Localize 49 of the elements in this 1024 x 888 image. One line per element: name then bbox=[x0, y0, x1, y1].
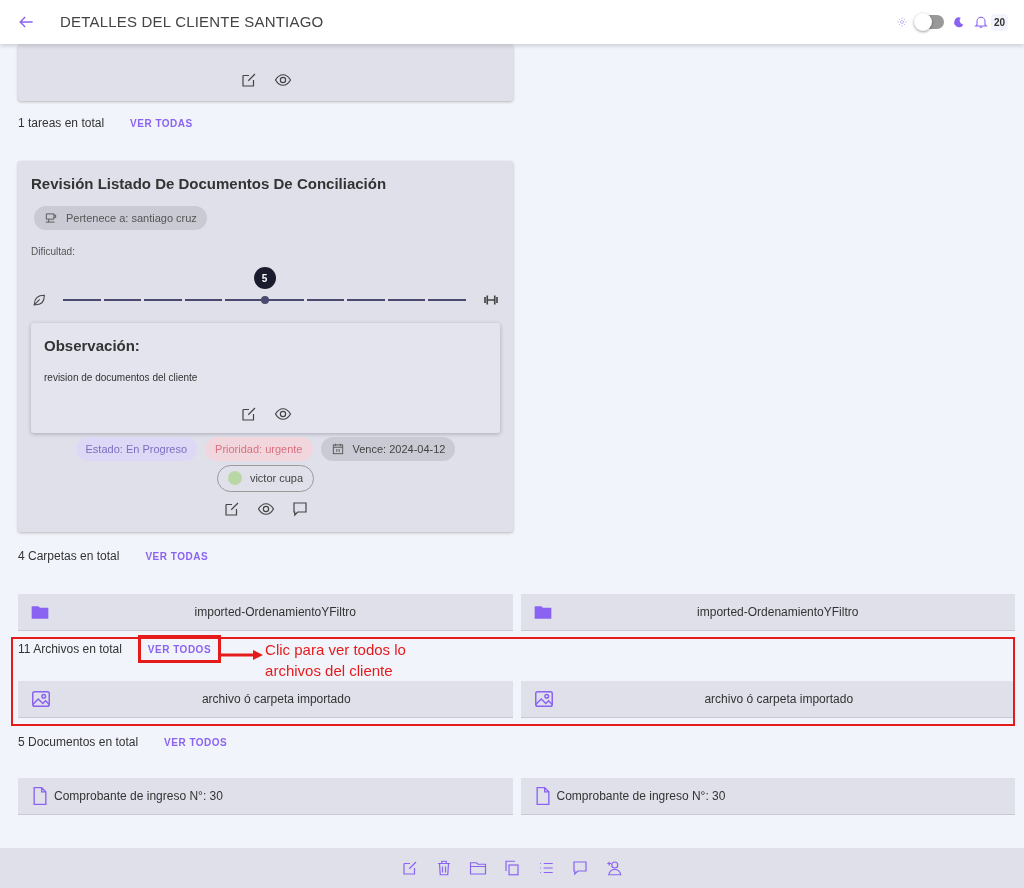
view-all-link[interactable]: VER TODAS bbox=[141, 548, 213, 564]
priority-tag: Prioridad: urgente bbox=[205, 436, 313, 461]
item-label: Comprobante de ingreso N°: 30 bbox=[54, 787, 223, 805]
delete-button[interactable] bbox=[435, 859, 453, 877]
total-count: 1 tareas en total bbox=[18, 115, 105, 132]
calendar-icon bbox=[330, 441, 345, 456]
edit-button[interactable] bbox=[239, 71, 258, 89]
add-person-button[interactable] bbox=[605, 859, 623, 877]
task-title: Revisión Listado De Documentos De Conciliación bbox=[31, 174, 388, 194]
document-item[interactable]: Comprobante de ingreso N°: 30 bbox=[18, 777, 513, 815]
annotation-text: Clic para ver todos lo archivos del cliente bbox=[265, 639, 407, 681]
copy-button[interactable] bbox=[503, 859, 521, 877]
comment-button[interactable] bbox=[571, 859, 589, 877]
file-item[interactable]: archivo ó carpeta importado bbox=[18, 680, 513, 718]
difficulty-label: Dificultad: bbox=[31, 245, 76, 259]
avatar-icon bbox=[227, 471, 242, 486]
item-label: Comprobante de ingreso N°: 30 bbox=[556, 787, 726, 805]
folder-item[interactable]: imported-OrdenamientoYFiltro bbox=[18, 593, 513, 631]
item-label: imported-OrdenamientoYFiltro bbox=[193, 603, 357, 621]
total-count: 4 Carpetas en total bbox=[18, 547, 120, 565]
owner-label: Pertenece a: santiago cruz bbox=[66, 210, 197, 226]
due-date: Vence: 2024-04-12 bbox=[352, 441, 446, 457]
status-tag: Estado: En Progreso bbox=[75, 436, 198, 461]
observation-text: revision de documentos del cliente bbox=[44, 370, 199, 385]
annotation-arrow bbox=[221, 648, 264, 661]
view-button[interactable] bbox=[273, 71, 292, 89]
view-all-link[interactable]: VER TODOS bbox=[143, 641, 216, 657]
leaf-icon bbox=[31, 292, 47, 308]
slider-thumb[interactable] bbox=[260, 296, 269, 304]
document-item[interactable]: Comprobante de ingreso N°: 30 bbox=[520, 777, 1015, 815]
item-label: archivo ó carpeta importado bbox=[200, 690, 352, 708]
assignee-name: victor cupa bbox=[249, 471, 304, 486]
folder-button[interactable] bbox=[469, 859, 487, 877]
moon-icon bbox=[951, 15, 965, 29]
view-all-link[interactable]: VER TODAS bbox=[126, 116, 197, 131]
theme-switch[interactable] bbox=[915, 15, 944, 29]
view-all-link[interactable]: VER TODOS bbox=[160, 734, 232, 750]
item-label: archivo ó carpeta importado bbox=[703, 690, 855, 708]
total-count: 11 Archivos en total bbox=[18, 640, 122, 658]
item-label: imported-OrdenamientoYFiltro bbox=[696, 603, 860, 621]
comment-button[interactable] bbox=[290, 499, 309, 518]
file-item[interactable]: archivo ó carpeta importado bbox=[520, 680, 1015, 718]
slider-value: 5 bbox=[253, 267, 276, 289]
page-title: DETALLES DEL CLIENTE SANTIAGO bbox=[60, 11, 324, 32]
sun-icon bbox=[895, 16, 908, 28]
notification-count: 20 bbox=[990, 13, 1008, 31]
observation-title: Observación: bbox=[44, 336, 141, 356]
folder-item[interactable]: imported-OrdenamientoYFiltro bbox=[520, 593, 1015, 631]
total-count: 5 Documentos en total bbox=[18, 733, 139, 751]
